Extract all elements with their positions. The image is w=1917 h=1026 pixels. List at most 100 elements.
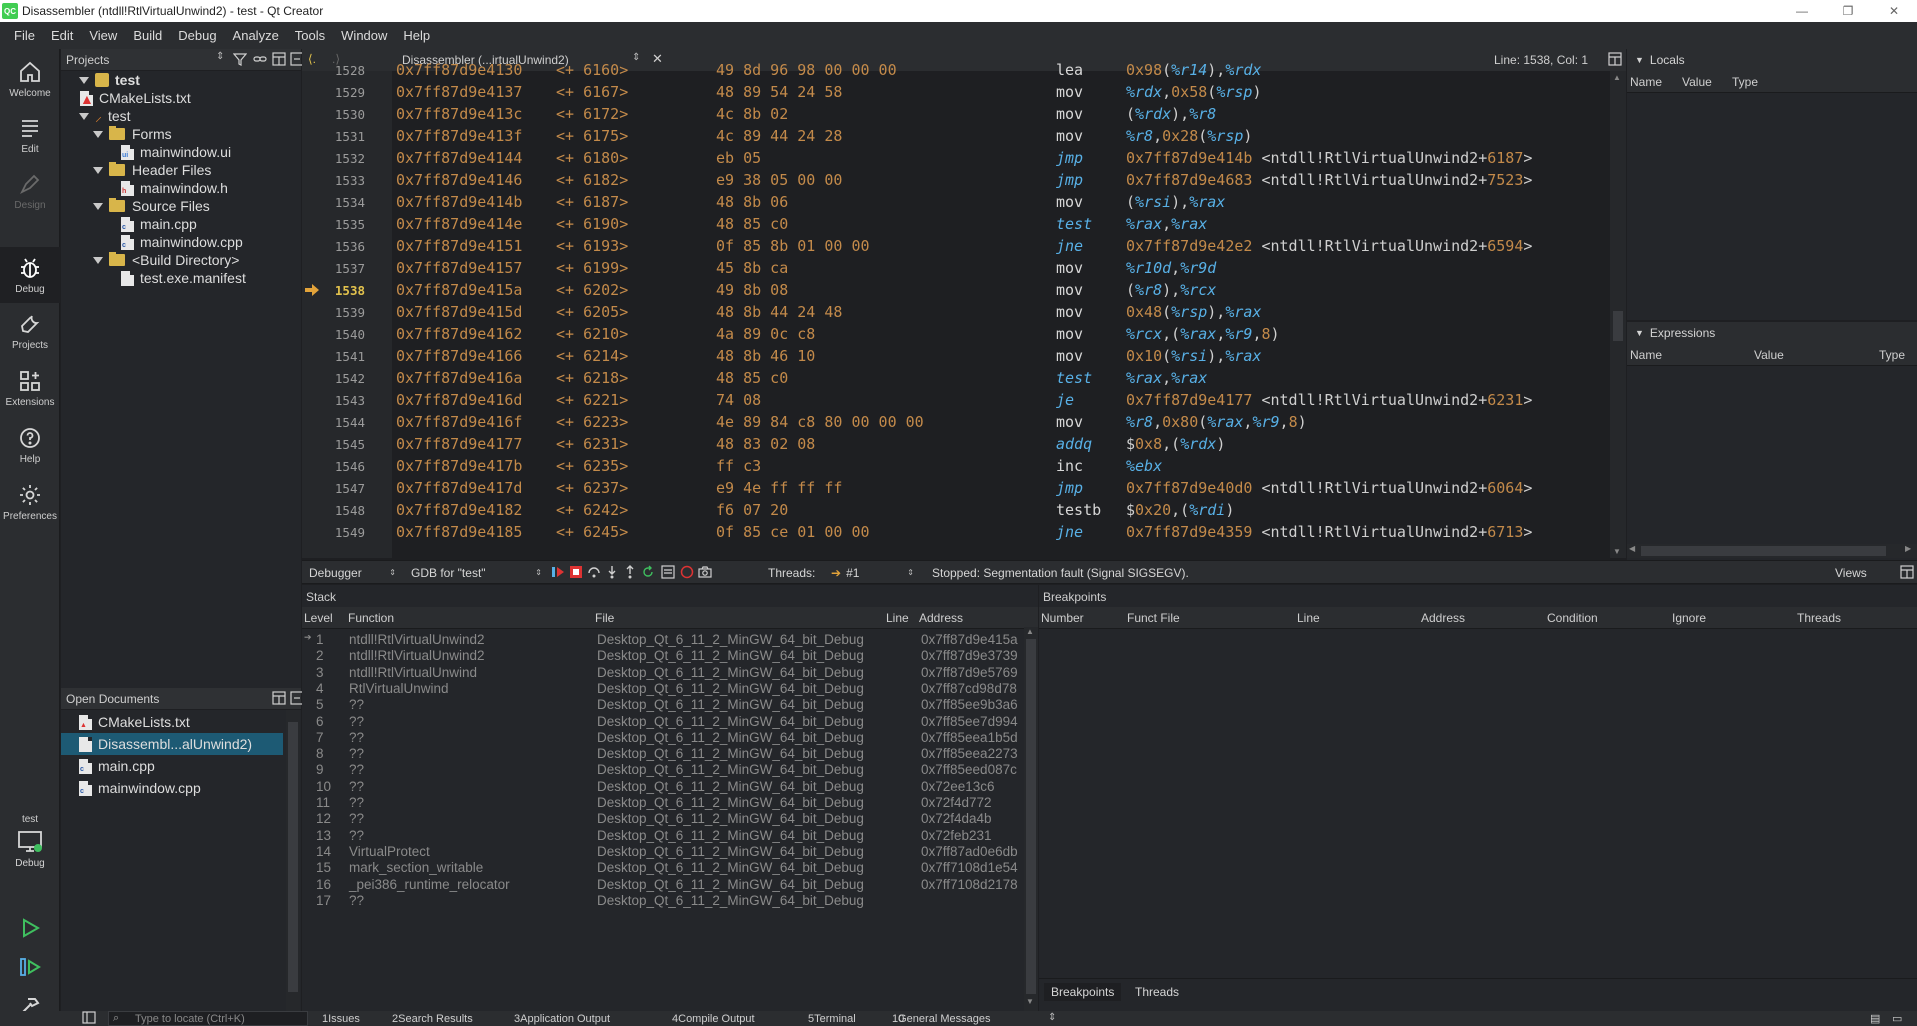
line-number[interactable]: 1545 (302, 437, 365, 452)
menu-help[interactable]: Help (403, 28, 430, 43)
line-number[interactable]: 1539 (302, 305, 365, 320)
pane-application-output[interactable]: 3 Application Output (514, 1012, 610, 1025)
disassembly-line[interactable]: 0x7ff87d9e4151 <+ 6193> 0f 85 8b 01 00 00 j… (392, 235, 1610, 257)
mode-edit[interactable]: Edit (0, 107, 60, 163)
line-number[interactable]: 1544 (302, 415, 365, 430)
stack-col-level[interactable]: Level (304, 611, 333, 625)
mode-extensions[interactable]: Extensions (0, 360, 60, 416)
line-number[interactable]: 1540 (302, 327, 365, 342)
line-number[interactable]: 1528 (302, 63, 365, 78)
engine-selector[interactable]: GDB for "test" ⇕ (406, 563, 546, 583)
line-number[interactable]: 1547 (302, 481, 365, 496)
pane-general-messages[interactable]: 10 General Messages (892, 1012, 990, 1025)
stack-scrollbar[interactable]: ▲ ▼ (1024, 627, 1038, 1011)
restart-icon[interactable] (641, 565, 655, 582)
disassembly-line[interactable]: 0x7ff87d9e4157 <+ 6199> 45 8b ca mov %r10d,%… (392, 257, 1610, 279)
disassembly-line[interactable]: 0x7ff87d9e413c <+ 6172> 4c 8b 02 mov (%rdx),… (392, 103, 1610, 125)
expand-arrow-icon[interactable] (93, 256, 103, 264)
step-over-icon[interactable] (587, 565, 601, 582)
stack-col-line[interactable]: Line (886, 611, 909, 625)
toggle-sidebar-icon[interactable] (82, 1011, 96, 1026)
expressions-col-value[interactable]: Value (1754, 348, 1784, 362)
editor-scrollbar[interactable]: ▲ ▼ (1610, 71, 1626, 558)
menu-build[interactable]: Build (133, 28, 162, 43)
stack-col-function[interactable]: Function (348, 611, 394, 625)
mode-welcome[interactable]: Welcome (0, 51, 60, 107)
split-icon[interactable] (272, 52, 286, 69)
output-pane-toggle-icon[interactable]: ▭ (1892, 1012, 1902, 1025)
bp-col-line[interactable]: Line (1297, 611, 1320, 625)
disassembly-line[interactable]: 0x7ff87d9e414e <+ 6190> 48 85 c0 test %rax,%… (392, 213, 1610, 235)
step-out-icon[interactable] (623, 565, 637, 582)
disassembly-line[interactable]: 0x7ff87d9e414b <+ 6187> 48 8b 06 mov (%rsi),… (392, 191, 1610, 213)
stack-col-address[interactable]: Address (919, 611, 963, 625)
split-icon[interactable] (1900, 565, 1914, 582)
line-number[interactable]: 1531 (302, 129, 365, 144)
mode-debug[interactable]: Debug (0, 247, 60, 303)
line-number[interactable]: 1537 (302, 261, 365, 276)
record-icon[interactable] (680, 565, 694, 582)
disassembly-line[interactable]: 0x7ff87d9e4177 <+ 6231> 48 83 02 08 addq $0x… (392, 433, 1610, 455)
line-number[interactable]: 1543 (302, 393, 365, 408)
expand-arrow-icon[interactable] (93, 166, 103, 174)
expressions-header[interactable]: ▼ Expressions (1627, 322, 1917, 344)
stack-row[interactable]: 17?? Desktop_Qt_6_11_2_MinGW_64_bit_Debug (302, 891, 1022, 911)
line-number[interactable]: 1536 (302, 239, 365, 254)
chevron-updown-icon[interactable]: ⇕ (1048, 1012, 1056, 1023)
disassembly-line[interactable]: 0x7ff87d9e415a <+ 6202> 49 8b 08 mov (%r8),%… (392, 279, 1610, 301)
split-icon[interactable] (272, 691, 286, 708)
open-documents-scrollbar[interactable] (286, 710, 300, 1015)
operate-by-instruction-icon[interactable] (661, 565, 675, 582)
pane-compile-output[interactable]: 4 Compile Output (672, 1012, 755, 1025)
disassembly-line[interactable]: 0x7ff87d9e415d <+ 6205> 48 8b 44 24 48 mov 0… (392, 301, 1610, 323)
menu-edit[interactable]: Edit (51, 28, 73, 43)
projects-view-selector[interactable]: Projects (66, 53, 109, 67)
continue-icon[interactable] (551, 565, 565, 582)
disassembly-line[interactable]: 0x7ff87d9e4137 <+ 6167> 48 89 54 24 58 mov%… (392, 81, 1610, 103)
open-documents-title[interactable]: Open Documents (66, 692, 159, 706)
menu-debug[interactable]: Debug (178, 28, 216, 43)
chevron-updown-icon[interactable]: ⇕ (216, 51, 224, 62)
bp-col-number[interactable]: Number (1041, 611, 1084, 625)
menu-analyze[interactable]: Analyze (233, 28, 279, 43)
disassembly-line[interactable]: 0x7ff87d9e416d <+ 6221> 74 08 je 0x7ff87d9e4… (392, 389, 1610, 411)
perspective-selector[interactable]: Debugger ⇕ (304, 563, 400, 583)
line-number[interactable]: 1548 (302, 503, 365, 518)
disassembly-line[interactable]: 0x7ff87d9e4182 <+ 6242> f6 07 20 testb $0x20… (392, 499, 1610, 521)
line-number[interactable]: 1534 (302, 195, 365, 210)
pane-terminal[interactable]: 5 Terminal (808, 1012, 856, 1025)
kit-selector[interactable]: Debug (0, 830, 60, 878)
mode-projects[interactable]: Projects (0, 303, 60, 359)
progress-details-icon[interactable]: ▤ (1870, 1012, 1880, 1025)
start-debugging-button[interactable] (18, 955, 42, 982)
mode-design[interactable]: Design (0, 163, 60, 219)
line-number-gutter[interactable]: 1528 1529 1530 1531 1532 1533 1534 1535 1536 1537… (302, 63, 392, 558)
disassembly-line[interactable]: 0x7ff87d9e413f <+ 6175> 4c 89 44 24 28 mov%… (392, 125, 1610, 147)
locals-header[interactable]: ▼ Locals (1627, 49, 1917, 71)
expand-arrow-icon[interactable] (93, 202, 103, 210)
disassembly-line[interactable]: 0x7ff87d9e4162 <+ 6210> 4a 89 0c c8 mov %rcx… (392, 323, 1610, 345)
line-number[interactable]: 1530 (302, 107, 365, 122)
open-document-main-cpp[interactable]: c main.cpp (61, 755, 283, 777)
thread-selector[interactable]: ➔ #1 ⇕ (826, 563, 918, 583)
disassembly-line[interactable]: 0x7ff87d9e4185 <+ 6245> 0f 85 ce 01 00 00 j… (392, 521, 1610, 543)
disassembly-line[interactable]: 0x7ff87d9e416f <+ 6223> 4e 89 84 c8 80 00 … (392, 411, 1610, 433)
line-number[interactable]: 1532 (302, 151, 365, 166)
mode-help[interactable]: Help (0, 417, 60, 473)
camera-icon[interactable] (698, 565, 712, 582)
disassembly-view[interactable]: 0x7ff87d9e4130 <+ 6160> 49 8d 96 98 00 00 … (392, 61, 1610, 558)
stack-col-file[interactable]: File (595, 611, 614, 625)
disassembly-line[interactable]: 0x7ff87d9e4130 <+ 6160> 49 8d 96 98 00 00 … (392, 59, 1610, 81)
line-number[interactable]: 1549 (302, 525, 365, 540)
line-number[interactable]: 1541 (302, 349, 365, 364)
split-editor-icon[interactable] (1608, 52, 1622, 69)
bp-col-condition[interactable]: Condition (1547, 611, 1598, 625)
line-number[interactable]: 1533 (302, 173, 365, 188)
bp-col-threads[interactable]: Threads (1797, 611, 1841, 625)
bp-col-ignore[interactable]: Ignore (1672, 611, 1706, 625)
expand-arrow-icon[interactable] (79, 112, 89, 120)
minimize-button[interactable]: — (1779, 0, 1825, 22)
line-number[interactable]: 1535 (302, 217, 365, 232)
disassembly-line[interactable]: 0x7ff87d9e4166 <+ 6214> 48 8b 46 10 mov 0x10… (392, 345, 1610, 367)
menu-window[interactable]: Window (341, 28, 387, 43)
